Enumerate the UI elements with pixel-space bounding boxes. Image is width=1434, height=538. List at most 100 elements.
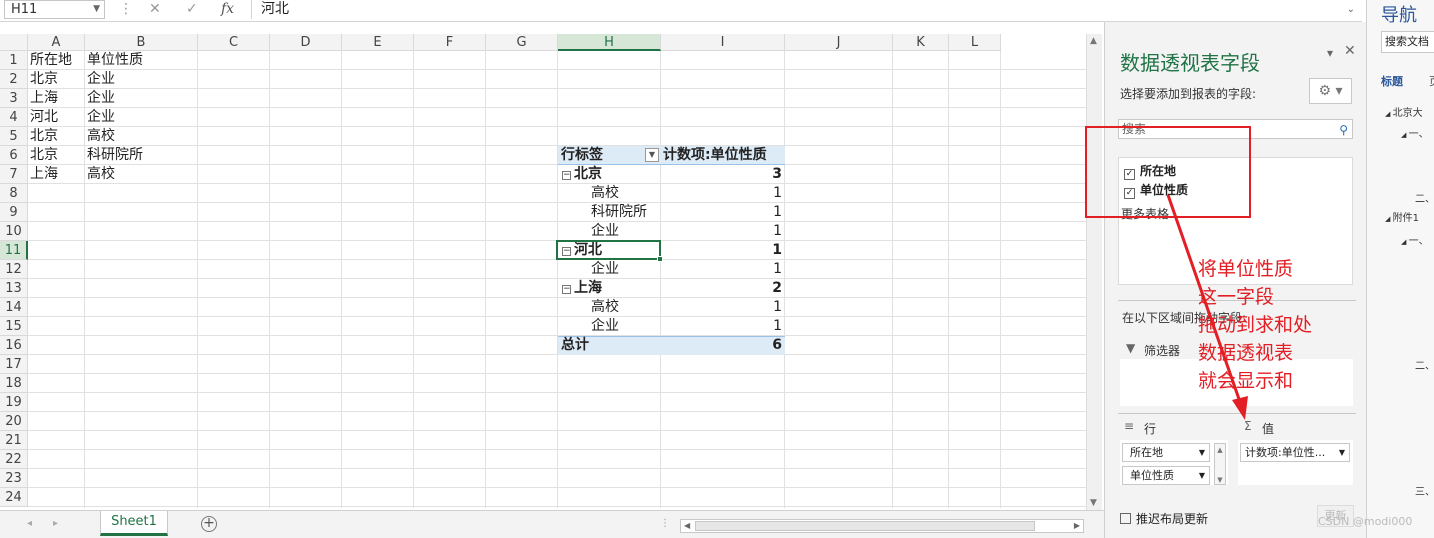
column-header[interactable]: F	[414, 34, 486, 51]
nav-heading-item[interactable]: ◢ 一、	[1401, 232, 1429, 247]
pivot-row-value[interactable]: 1	[661, 241, 785, 260]
rows-drop-area[interactable]: 所在地 ▼ 单位性质 ▼ ▲ ▼	[1120, 440, 1228, 485]
column-header[interactable]: E	[342, 34, 414, 51]
cell-b5[interactable]: 高校	[85, 127, 198, 146]
row-header[interactable]: 18	[0, 374, 28, 393]
row-header[interactable]: 10	[0, 222, 28, 241]
column-header[interactable]: L	[949, 34, 1001, 51]
scroll-left-icon[interactable]: ◀	[684, 520, 690, 532]
row-field-pill[interactable]: 所在地 ▼	[1122, 443, 1210, 462]
cell-a4[interactable]: 河北	[28, 108, 85, 127]
next-sheet-icon[interactable]: ▸	[53, 518, 58, 529]
column-header[interactable]: B	[85, 34, 198, 51]
expand-icon[interactable]: ◢	[1401, 131, 1409, 139]
nav-heading-item[interactable]: ◢ 一、	[1401, 125, 1429, 140]
cell-b3[interactable]: 企业	[85, 89, 198, 108]
defer-update-checkbox[interactable]: 推迟布局更新	[1120, 510, 1208, 527]
chevron-down-icon[interactable]: ▼	[1199, 467, 1205, 484]
pivot-row-value[interactable]: 1	[661, 317, 785, 336]
row-header[interactable]: 13	[0, 279, 28, 298]
tab-splitter-icon[interactable]: ⋮	[660, 518, 670, 529]
nav-heading-item[interactable]: 三、	[1415, 483, 1434, 498]
nav-heading-item[interactable]: 二、	[1415, 190, 1434, 205]
nav-tab-pages[interactable]: 页	[1429, 73, 1434, 89]
gear-icon[interactable]: ⚙ ▾	[1309, 78, 1352, 104]
chevron-down-icon[interactable]: ▼	[93, 1, 100, 18]
row-header[interactable]: 11	[0, 241, 28, 260]
scroll-up-icon[interactable]: ▲	[1215, 446, 1225, 454]
pivot-row-value[interactable]: 1	[661, 203, 785, 222]
row-header[interactable]: 22	[0, 450, 28, 469]
row-header[interactable]: 5	[0, 127, 28, 146]
pivot-row-label[interactable]: − 北京	[562, 165, 602, 184]
row-header[interactable]: 9	[0, 203, 28, 222]
pivot-row-label[interactable]: − 上海	[562, 279, 602, 298]
add-sheet-icon[interactable]: +	[201, 516, 217, 532]
column-header[interactable]: D	[270, 34, 342, 51]
column-header[interactable]: I	[661, 34, 785, 51]
pivot-row-label[interactable]: 企业	[591, 260, 619, 279]
cell-b7[interactable]: 高校	[85, 165, 198, 184]
nav-heading-item[interactable]: ◢ 北京大	[1385, 104, 1423, 119]
collapse-icon[interactable]: −	[562, 171, 571, 180]
row-field-pill[interactable]: 单位性质 ▼	[1122, 466, 1210, 485]
cell-a7[interactable]: 上海	[28, 165, 85, 184]
row-header[interactable]: 15	[0, 317, 28, 336]
expand-icon[interactable]: ◢	[1401, 238, 1409, 246]
rows-scrollbar[interactable]: ▲ ▼	[1214, 443, 1226, 485]
pivot-grand-total-label[interactable]: 总计	[561, 336, 589, 355]
scroll-up-icon[interactable]: ▲	[1090, 36, 1097, 46]
pivot-row-label[interactable]: 高校	[591, 184, 619, 203]
row-header[interactable]: 1	[0, 51, 28, 70]
cell-a3[interactable]: 上海	[28, 89, 85, 108]
scroll-thumb[interactable]	[695, 521, 1035, 531]
cell-b4[interactable]: 企业	[85, 108, 198, 127]
cell-b1[interactable]: 单位性质	[85, 51, 198, 70]
row-header[interactable]: 3	[0, 89, 28, 108]
nav-search-input[interactable]: 搜索文档	[1381, 31, 1434, 53]
nav-heading-item[interactable]: 二、	[1415, 357, 1434, 372]
nav-tab-headings[interactable]: 标题	[1381, 73, 1403, 89]
row-header[interactable]: 16	[0, 336, 28, 355]
column-header[interactable]: G	[486, 34, 558, 51]
pivot-row-value[interactable]: 3	[661, 165, 785, 184]
prev-sheet-icon[interactable]: ◂	[27, 518, 32, 529]
cell-a6[interactable]: 北京	[28, 146, 85, 165]
expand-formula-icon[interactable]: ⌄	[1347, 0, 1355, 19]
row-header[interactable]: 17	[0, 355, 28, 374]
column-header[interactable]: C	[198, 34, 270, 51]
cell-a2[interactable]: 北京	[28, 70, 85, 89]
pivot-row-value[interactable]: 1	[661, 298, 785, 317]
cell-a5[interactable]: 北京	[28, 127, 85, 146]
row-header[interactable]: 14	[0, 298, 28, 317]
expand-icon[interactable]: ◢	[1385, 215, 1393, 223]
chevron-down-icon[interactable]: ▼	[1339, 444, 1345, 461]
insert-function-icon[interactable]: fx	[221, 0, 234, 19]
column-header[interactable]: K	[893, 34, 949, 51]
cell-b6[interactable]: 科研院所	[85, 146, 198, 165]
enter-icon[interactable]: ✓	[186, 0, 198, 19]
scroll-down-icon[interactable]: ▼	[1215, 476, 1225, 484]
pivot-row-value[interactable]: 1	[661, 260, 785, 279]
pivot-grand-total-value[interactable]: 6	[661, 336, 785, 355]
row-header[interactable]: 24	[0, 488, 28, 507]
cell-a1[interactable]: 所在地	[28, 51, 85, 70]
column-header[interactable]: H	[558, 34, 661, 51]
row-header[interactable]: 19	[0, 393, 28, 412]
pivot-row-label[interactable]: 高校	[591, 298, 619, 317]
values-drop-area[interactable]: 计数项:单位性... ▼	[1238, 440, 1353, 485]
row-header[interactable]: 2	[0, 70, 28, 89]
chevron-down-icon[interactable]: ▼	[1199, 444, 1205, 461]
scroll-right-icon[interactable]: ▶	[1074, 520, 1080, 532]
close-icon[interactable]: ✕	[1344, 43, 1356, 59]
pivot-row-value[interactable]: 1	[661, 222, 785, 241]
pivot-row-value[interactable]: 2	[661, 279, 785, 298]
pivot-row-value[interactable]: 1	[661, 184, 785, 203]
expand-icon[interactable]: ◢	[1385, 110, 1393, 118]
formula-input[interactable]: 河北 ⌄	[251, 0, 1359, 19]
fill-handle[interactable]	[657, 256, 663, 262]
pivot-row-label[interactable]: 企业	[591, 222, 619, 241]
sheet-tab[interactable]: Sheet1	[100, 511, 168, 536]
nav-heading-item[interactable]: ◢ 附件1	[1385, 209, 1419, 224]
row-header[interactable]: 23	[0, 469, 28, 488]
